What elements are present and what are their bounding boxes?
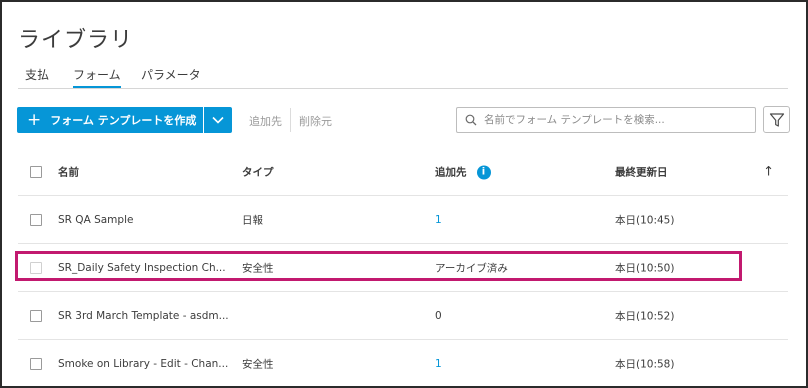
tab-parameters[interactable]: パラメータ: [141, 66, 201, 86]
forms-table: 名前 タイプ 追加先 i 最終更新日 ↑ SR QA Sample 日報 1 本日…: [18, 148, 788, 388]
row-checkbox[interactable]: [30, 213, 42, 226]
column-header-name[interactable]: 名前: [58, 164, 79, 179]
search-input[interactable]: [484, 114, 744, 126]
table-row[interactable]: SR 3rd March Template - asdm... 0 本日(10:…: [18, 292, 788, 340]
row-added-count[interactable]: 1: [435, 214, 442, 226]
filter-button[interactable]: [763, 106, 790, 133]
row-updated: 本日(10:52): [615, 310, 675, 322]
table-header-row: 名前 タイプ 追加先 i 最終更新日 ↑: [18, 148, 788, 196]
create-options-dropdown-button[interactable]: [204, 107, 232, 133]
row-name[interactable]: SR_Daily Safety Inspection Ch...: [58, 262, 226, 274]
add-to-button[interactable]: 追加先: [249, 113, 282, 129]
row-type: 安全性: [242, 358, 274, 371]
tab-bar: 支払 フォーム パラメータ: [18, 66, 788, 89]
info-icon[interactable]: i: [476, 165, 491, 179]
row-added-count[interactable]: 1: [435, 358, 442, 370]
create-form-template-button[interactable]: + フォーム テンプレートを作成: [17, 107, 203, 133]
row-type: 日報: [242, 214, 263, 226]
row-updated: 本日(10:58): [615, 358, 675, 371]
row-checkbox[interactable]: [30, 309, 42, 322]
row-checkbox[interactable]: [30, 261, 42, 274]
tab-payments[interactable]: 支払: [25, 66, 49, 86]
table-row[interactable]: SR_Daily Safety Inspection Ch... 安全性 アーカ…: [18, 244, 788, 292]
chevron-down-icon: [212, 116, 224, 124]
toolbar-divider: [290, 108, 291, 132]
row-updated: 本日(10:45): [615, 214, 675, 226]
filter-icon: [769, 112, 784, 127]
row-updated: 本日(10:50): [615, 262, 675, 274]
row-type: 安全性: [242, 262, 274, 274]
row-checkbox[interactable]: [30, 358, 42, 370]
column-header-added[interactable]: 追加先 i: [435, 164, 491, 179]
tab-forms[interactable]: フォーム: [73, 66, 121, 88]
page-title: ライブラリ: [18, 28, 134, 53]
select-all-checkbox[interactable]: [30, 165, 42, 178]
sort-arrow-up-icon[interactable]: ↑: [763, 164, 774, 179]
remove-from-button[interactable]: 削除元: [299, 113, 332, 129]
create-button-label: フォーム テンプレートを作成: [50, 114, 197, 127]
row-name[interactable]: SR QA Sample: [58, 214, 133, 226]
plus-icon: +: [27, 109, 42, 130]
search-box[interactable]: [456, 107, 756, 133]
row-name[interactable]: SR 3rd March Template - asdm...: [58, 310, 229, 322]
row-added-count: 0: [435, 309, 442, 322]
search-icon: [465, 114, 477, 126]
row-name[interactable]: Smoke on Library - Edit - Chan...: [58, 358, 228, 370]
column-header-added-label: 追加先: [435, 166, 467, 178]
column-header-updated[interactable]: 最終更新日: [615, 164, 668, 179]
table-row[interactable]: Smoke on Library - Edit - Chan... 安全性 1 …: [18, 340, 788, 388]
column-header-type[interactable]: タイプ: [242, 164, 274, 179]
table-row[interactable]: SR QA Sample 日報 1 本日(10:45): [18, 196, 788, 244]
row-added-status: アーカイブ済み: [435, 262, 508, 274]
